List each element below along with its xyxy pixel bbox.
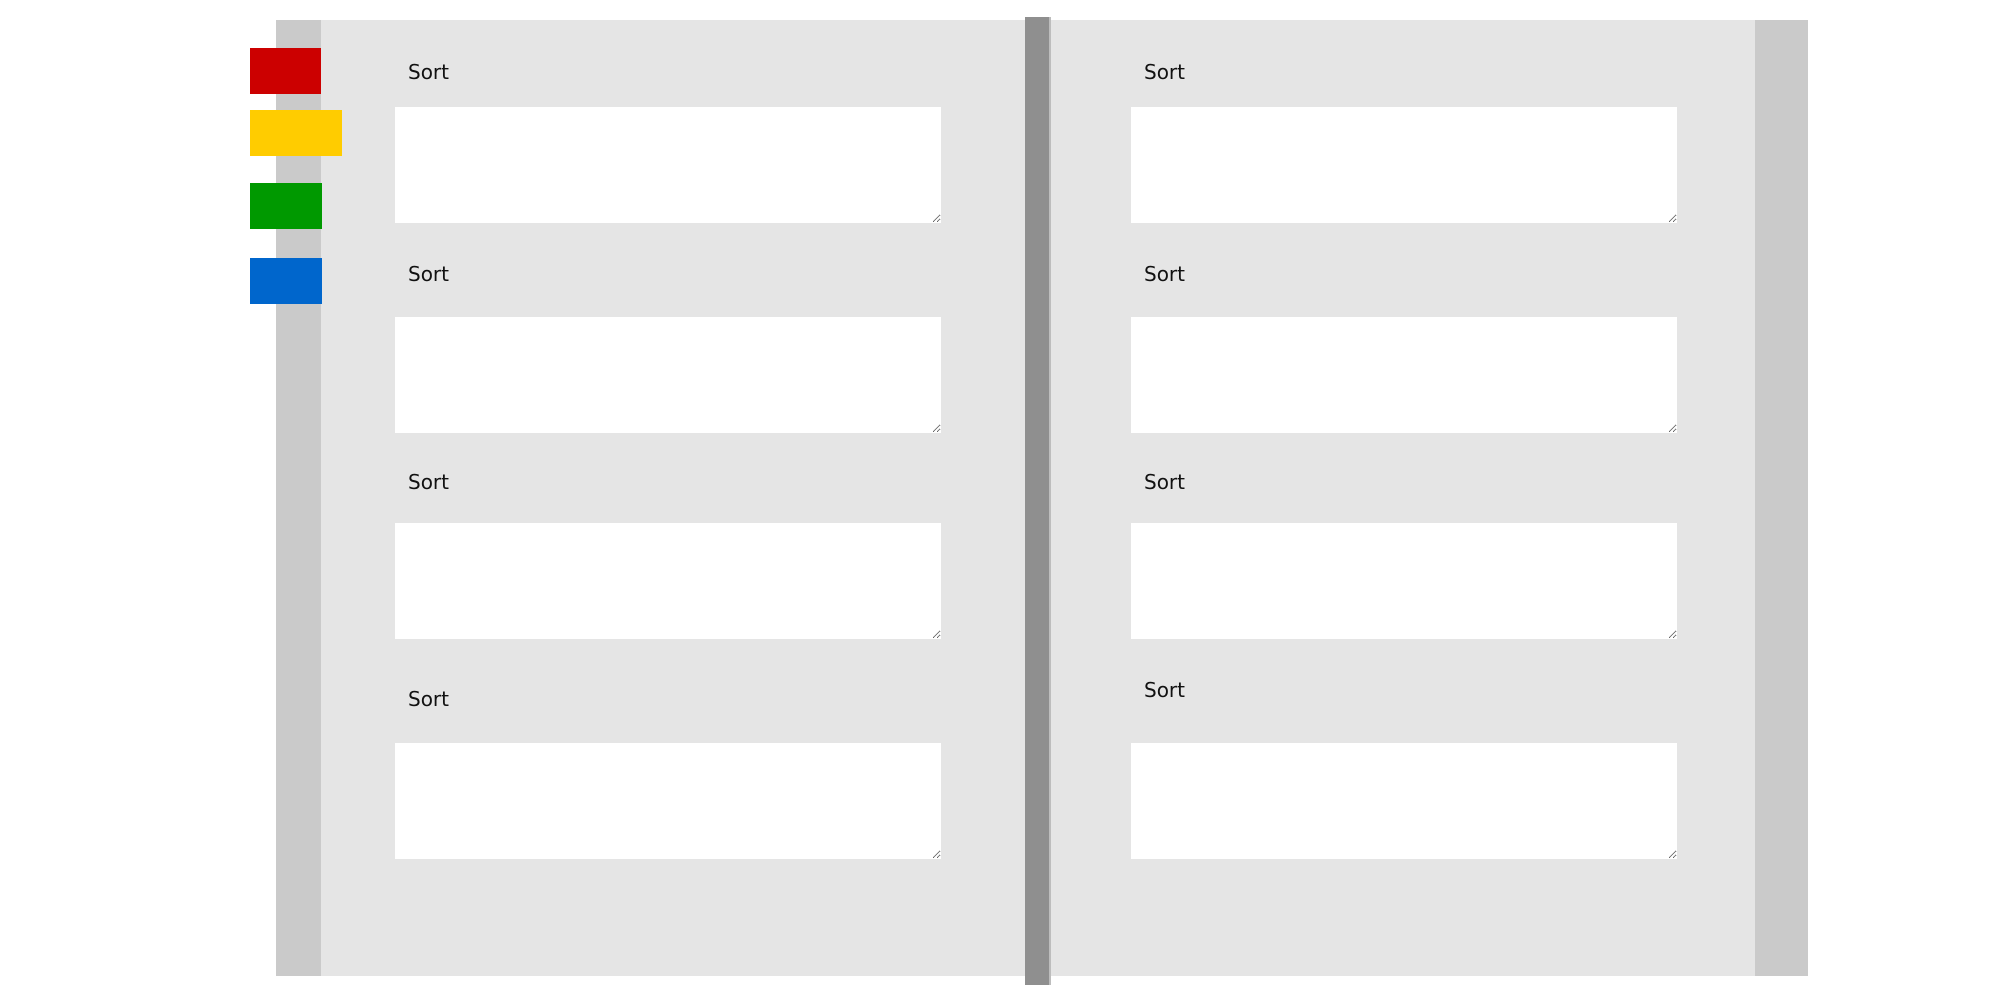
sort-label-right-2[interactable]: Sort bbox=[1144, 262, 1185, 286]
entry-field-right-3[interactable] bbox=[1131, 523, 1677, 639]
sort-label-left-4[interactable]: Sort bbox=[408, 687, 449, 711]
sort-label-right-1[interactable]: Sort bbox=[1144, 60, 1185, 84]
entry-field-left-2[interactable] bbox=[395, 317, 941, 433]
entry-field-left-3[interactable] bbox=[395, 523, 941, 639]
bookmark-tab-green[interactable] bbox=[250, 183, 322, 229]
right-page-edge bbox=[1755, 20, 1808, 976]
bookmark-tab-yellow[interactable] bbox=[250, 110, 342, 156]
sort-label-left-2[interactable]: Sort bbox=[408, 262, 449, 286]
book-spine bbox=[1025, 17, 1051, 985]
bookmark-tab-red[interactable] bbox=[250, 48, 321, 94]
sort-label-left-1[interactable]: Sort bbox=[408, 60, 449, 84]
entry-field-left-4[interactable] bbox=[395, 743, 941, 859]
entry-field-right-1[interactable] bbox=[1131, 107, 1677, 223]
sort-label-left-3[interactable]: Sort bbox=[408, 470, 449, 494]
sort-label-right-3[interactable]: Sort bbox=[1144, 470, 1185, 494]
entry-field-left-1[interactable] bbox=[395, 107, 941, 223]
left-page-edge bbox=[276, 20, 321, 976]
entry-field-right-4[interactable] bbox=[1131, 743, 1677, 859]
sort-label-right-4[interactable]: Sort bbox=[1144, 678, 1185, 702]
bookmark-tab-blue[interactable] bbox=[250, 258, 322, 304]
spine-highlight bbox=[1049, 17, 1051, 985]
notebook: Sort Sort Sort Sort Sort Sort Sort Sort bbox=[0, 0, 2000, 1000]
entry-field-right-2[interactable] bbox=[1131, 317, 1677, 433]
